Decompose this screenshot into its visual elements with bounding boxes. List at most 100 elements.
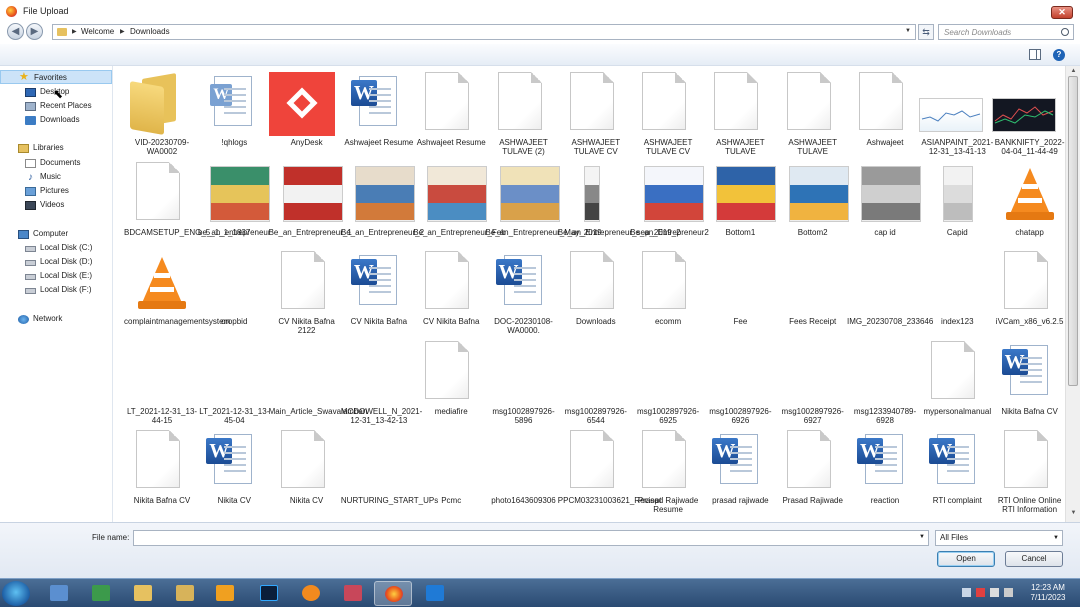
sidebar-item-favorites[interactable]: ★ Favorites (0, 70, 112, 84)
file-item[interactable]: Fees Receipt (775, 249, 847, 338)
file-item[interactable]: msg1002897926-6544 (558, 339, 630, 428)
taskbar-control-panel[interactable] (40, 581, 78, 606)
help-icon[interactable]: ? (1053, 49, 1065, 61)
file-item[interactable]: CV Nikita Bafna 2122 (269, 249, 341, 338)
file-item[interactable]: msg1002897926-6926 (702, 339, 774, 428)
file-item[interactable]: W DOC-20230108-WA0000. (486, 249, 558, 338)
file-item[interactable]: Main_Article_Swavalamban (269, 339, 368, 428)
tray-app-icon[interactable] (976, 588, 985, 597)
file-item[interactable]: W Nikita CV (196, 428, 268, 517)
tray-chevron-icon[interactable] (962, 588, 971, 597)
address-bar[interactable]: ▶ Welcome ▶ Downloads ▼ (52, 24, 916, 40)
file-item[interactable]: NURTURING_START_UPs (341, 428, 438, 517)
file-name-input[interactable]: ▼ (133, 530, 929, 546)
file-item[interactable]: LT_2021-12-31_13-45-04 (196, 339, 269, 428)
file-item[interactable]: ecomm (630, 249, 702, 338)
file-item[interactable]: be_an_entrepreneur (196, 160, 271, 249)
file-item[interactable]: AnyDesk (268, 70, 341, 159)
taskbar-media-player[interactable] (206, 581, 244, 606)
sidebar-item-documents[interactable]: Documents (0, 156, 112, 170)
file-item[interactable]: mediafire (413, 339, 485, 428)
file-item[interactable]: BDCAMSETUP_ENG_5_1_1_1837 (124, 160, 250, 249)
file-item[interactable]: msg1002897926-5896 (486, 339, 558, 428)
file-item[interactable]: mypersonalmanual (919, 339, 991, 428)
file-item[interactable]: W Nikita Bafna CV (992, 339, 1064, 428)
file-item[interactable]: Be_an_Entrepreneur_2 (341, 160, 424, 249)
file-item[interactable]: Bottom1 (702, 160, 777, 249)
file-item[interactable]: W !qhlogs (196, 70, 268, 159)
breadcrumb-welcome[interactable]: Welcome (81, 27, 114, 36)
scroll-down-icon[interactable]: ▼ (1068, 510, 1079, 520)
taskbar-photoshop[interactable] (250, 581, 288, 606)
taskbar-firefox[interactable] (374, 581, 412, 606)
sidebar-item-disk-d[interactable]: Local Disk (D:) (0, 255, 112, 269)
file-item[interactable]: cropbid (196, 249, 268, 338)
file-item[interactable]: W RTI complaint (919, 428, 991, 517)
file-item[interactable]: MCDOWELL_N_2021-12-31_13-42-13 (341, 339, 422, 428)
file-item[interactable]: index123 (919, 249, 991, 338)
forward-button[interactable]: ▶ (26, 23, 43, 40)
sidebar-item-disk-f[interactable]: Local Disk (F:) (0, 283, 112, 297)
vertical-scrollbar[interactable]: ▲ ▼ (1065, 66, 1080, 522)
sidebar-item-disk-e[interactable]: Local Disk (E:) (0, 269, 112, 283)
file-item[interactable]: PPCM03231003621_Reciept (558, 428, 661, 517)
file-item[interactable]: Prasad Rajiwade (775, 428, 847, 517)
file-item[interactable]: Nikita Bafna CV (124, 428, 196, 517)
file-item[interactable]: Be_an_Entrepreneur2 (630, 160, 709, 249)
file-item[interactable]: W CV Nikita Bafna (341, 249, 413, 338)
file-item[interactable]: ASHWAJEET TULAVE (2) (486, 70, 558, 159)
file-item[interactable]: CV Nikita Bafna (413, 249, 485, 338)
file-item[interactable]: Be_an_Entrepreneur_sep_2019_2 (558, 160, 681, 249)
file-item[interactable]: Be_an_Entrepreneur_May_2019 (486, 160, 602, 249)
file-item[interactable]: ASIANPAINT_2021-12-31_13-41-13 (919, 70, 993, 159)
file-item[interactable]: BANKNIFTY_2022-04-04_11-44-49 (991, 70, 1065, 159)
chevron-down-icon[interactable]: ▼ (905, 28, 911, 34)
file-item[interactable]: W Ashwajeet Resume (341, 70, 413, 159)
close-button[interactable]: ✕ (1051, 6, 1073, 19)
file-item[interactable]: ASHWAJEET TULAVE CV (558, 70, 630, 159)
file-item[interactable]: Ashwajeet (847, 70, 919, 159)
chevron-down-icon[interactable]: ▼ (919, 534, 925, 540)
file-item[interactable]: photo1643609306 (486, 428, 558, 517)
file-item[interactable]: Wprasad rajiwade (702, 428, 774, 517)
taskbar-file-manager[interactable] (166, 581, 204, 606)
scrollbar-thumb[interactable] (1068, 76, 1078, 386)
file-item[interactable]: chatapp (992, 160, 1064, 249)
taskbar-fl-studio[interactable] (292, 581, 330, 606)
chevron-right-icon[interactable]: ▶ (120, 28, 125, 35)
file-item[interactable]: Wreaction (847, 428, 919, 517)
file-item[interactable]: msg1233940789-6928 (847, 339, 919, 428)
file-item[interactable]: msg1002897926-6927 (775, 339, 847, 428)
file-item[interactable]: Fee (702, 249, 774, 338)
network-icon[interactable] (990, 588, 999, 597)
volume-icon[interactable] (1004, 588, 1013, 597)
sidebar-item-libraries[interactable]: Libraries (0, 141, 112, 155)
file-item[interactable]: ASHWAJEET TULAVE CV (630, 70, 702, 159)
sidebar-item-recent-places[interactable]: Recent Places (0, 99, 112, 113)
system-clock[interactable]: 12:23 AM 7/11/2023 (1026, 583, 1070, 603)
file-item[interactable]: Ashwajeet Resume (413, 70, 486, 159)
file-item[interactable]: Be_an_Entrepreneur_1 (269, 160, 352, 249)
file-item[interactable]: LT_2021-12-31_13-44-15 (124, 339, 197, 428)
sidebar-item-disk-c[interactable]: Local Disk (C:) (0, 241, 112, 255)
sidebar-item-downloads[interactable]: Downloads (0, 113, 112, 127)
taskbar-snipping-tool[interactable] (334, 581, 372, 606)
file-item[interactable]: Capid (919, 160, 991, 249)
file-item[interactable]: IMG_20230708_233646 (847, 249, 933, 338)
start-button[interactable] (2, 581, 30, 606)
taskbar-vscode[interactable] (416, 581, 454, 606)
cancel-button[interactable]: Cancel (1005, 551, 1063, 567)
file-item[interactable]: complaintmanagementsystem (124, 249, 230, 338)
file-item[interactable]: Nikita CV (269, 428, 341, 517)
file-item[interactable]: msg1002897926-6925 (630, 339, 702, 428)
taskbar-network-manager[interactable] (82, 581, 120, 606)
file-item[interactable]: Bottom2 (775, 160, 849, 249)
breadcrumb-downloads[interactable]: Downloads (130, 27, 170, 36)
file-item[interactable]: ASHWAJEET TULAVE (702, 70, 774, 159)
sidebar-item-music[interactable]: ♪ Music (0, 170, 112, 184)
refresh-button[interactable]: ⇆ (918, 24, 934, 40)
file-item[interactable]: Prasad Rajiwade Resume (630, 428, 702, 517)
back-button[interactable]: ◀ (7, 23, 24, 40)
file-item[interactable]: VID-20230709-WA0002 (124, 70, 196, 159)
search-input[interactable]: Search Downloads (938, 24, 1074, 40)
